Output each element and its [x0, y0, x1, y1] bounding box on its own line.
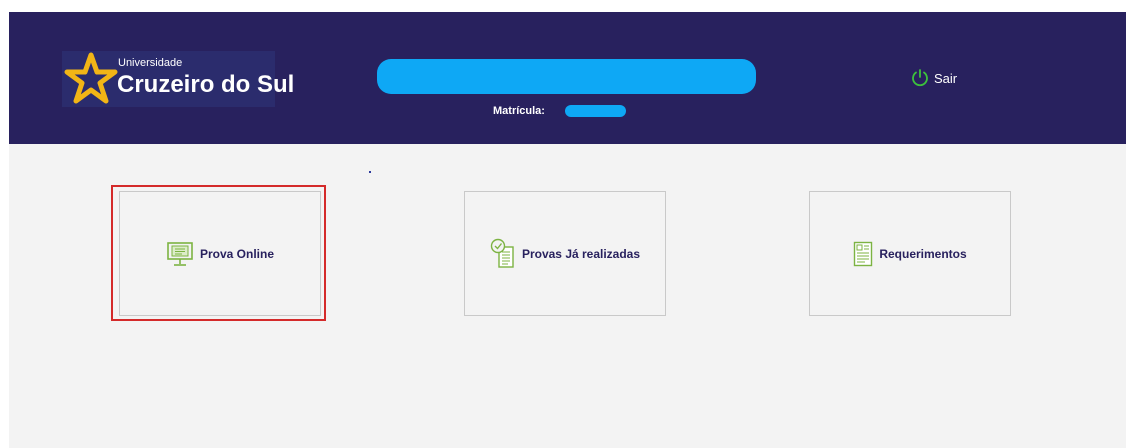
highlight-box [111, 185, 326, 321]
star-logo-icon [64, 52, 118, 104]
logo-line-big: Cruzeiro do Sul [117, 71, 295, 98]
stray-dot [369, 171, 371, 173]
logout-label: Sair [934, 70, 958, 86]
form-document-icon [854, 241, 873, 266]
matricula-value-redacted [565, 105, 626, 117]
card-label: Provas Já realizadas [521, 246, 641, 261]
main-content: Prova Online Provas Já realizadas Requer… [9, 144, 1126, 448]
logo-line-small: Universidade [118, 57, 183, 69]
matricula-label: Matrícula: [493, 105, 545, 117]
power-icon [912, 69, 928, 87]
provas-realizadas-card[interactable]: Provas Já realizadas [464, 191, 666, 316]
requerimentos-card[interactable]: Requerimentos [809, 191, 1011, 316]
card-label: Requerimentos [879, 246, 967, 261]
checked-document-icon [490, 238, 514, 268]
student-name-redacted [377, 59, 756, 94]
university-logo[interactable]: Universidade Cruzeiro do Sul [62, 51, 294, 107]
logout-button[interactable]: Sair [910, 68, 957, 88]
top-header: Universidade Cruzeiro do Sul Matrícula: … [9, 12, 1126, 144]
